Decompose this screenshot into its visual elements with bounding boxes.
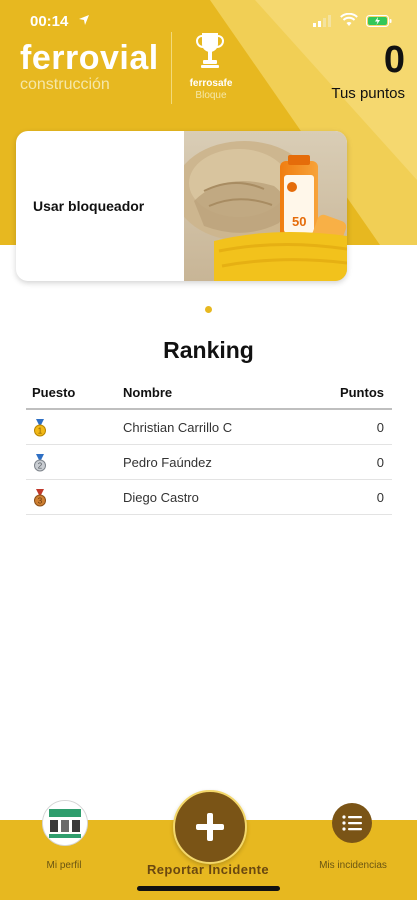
report-incident-label[interactable]: Reportar Incidente xyxy=(120,862,296,877)
profile-button[interactable] xyxy=(42,800,88,846)
profile-avatar-icon xyxy=(43,801,87,845)
sunscreen-spf-label: 50 xyxy=(292,214,306,229)
points-summary: 0 Tus puntos xyxy=(331,38,405,104)
column-header-points: Puntos xyxy=(339,385,384,400)
challenge-title: Usar bloqueador xyxy=(33,198,145,214)
my-incidents-button[interactable] xyxy=(332,803,372,843)
program-name: ferrosafe xyxy=(189,78,233,89)
program-badge: ferrosafe Bloque xyxy=(185,78,237,102)
beach-sunscreen-image: 50 xyxy=(184,131,347,281)
ranking-points: 0 xyxy=(376,455,384,470)
table-row: 1 Christian Carrillo C 0 xyxy=(26,410,392,445)
column-header-position: Puesto xyxy=(32,385,76,400)
location-arrow-icon xyxy=(79,15,89,25)
report-incident-button[interactable] xyxy=(173,790,247,864)
column-header-name: Nombre xyxy=(123,385,173,400)
table-row: 3 Diego Castro 0 xyxy=(26,480,392,515)
points-label: Tus puntos xyxy=(331,85,405,102)
brand-logo: ferrovial construcción xyxy=(20,40,159,94)
brand-subtitle: construcción xyxy=(20,76,110,93)
status-time: 00:14 xyxy=(30,13,69,30)
ranking-title: Ranking xyxy=(163,337,254,363)
svg-text:3: 3 xyxy=(38,497,43,506)
ranking-points: 0 xyxy=(376,490,384,505)
svg-text:2: 2 xyxy=(38,462,43,471)
svg-text:1: 1 xyxy=(38,427,43,436)
list-icon xyxy=(342,815,362,831)
challenge-card[interactable]: Usar bloqueador 50 xyxy=(16,131,347,281)
plus-icon xyxy=(196,813,224,841)
ranking-table: Puesto Nombre Puntos 1 Christian Carrill… xyxy=(26,378,392,515)
table-row: 2 Pedro Faúndez 0 xyxy=(26,445,392,480)
bronze-medal-icon: 3 xyxy=(34,489,46,507)
profile-label[interactable]: Mi perfil xyxy=(26,860,102,871)
cellular-signal-icon xyxy=(313,15,331,27)
gold-medal-icon: 1 xyxy=(34,419,46,437)
home-indicator[interactable] xyxy=(137,886,280,891)
silver-medal-icon: 2 xyxy=(34,454,46,472)
ranking-name: Diego Castro xyxy=(123,490,199,505)
wifi-icon xyxy=(340,13,358,26)
ranking-name: Pedro Faúndez xyxy=(123,455,212,470)
ranking-table-header: Puesto Nombre Puntos xyxy=(26,378,392,410)
ranking-name: Christian Carrillo C xyxy=(123,420,233,435)
program-subtitle: Bloque xyxy=(195,90,227,101)
ranking-points: 0 xyxy=(376,420,384,435)
brand-name: ferrovial xyxy=(20,39,159,77)
my-incidents-label[interactable]: Mis incidencias xyxy=(306,860,400,871)
carousel-page-indicator[interactable] xyxy=(205,306,212,313)
trophy-icon xyxy=(195,33,225,68)
battery-charging-icon xyxy=(366,15,392,27)
points-value: 0 xyxy=(383,39,405,81)
brand-divider xyxy=(171,32,172,104)
